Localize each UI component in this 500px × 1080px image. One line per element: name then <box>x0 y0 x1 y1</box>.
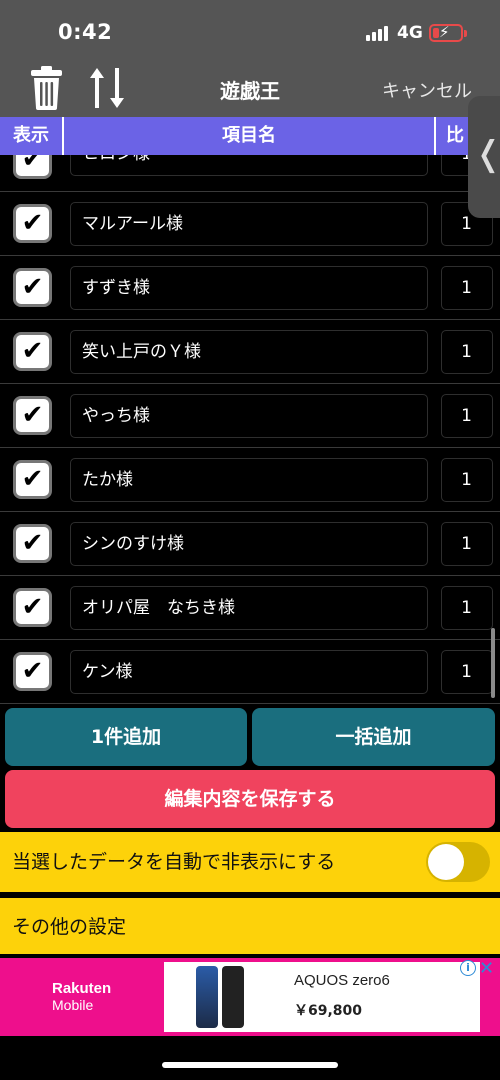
show-checkbox[interactable]: ✔ <box>13 268 52 307</box>
ad-card[interactable]: AQUOS zero6 ￥69,800 <box>164 962 480 1032</box>
info-icon[interactable]: i <box>460 960 476 976</box>
ratio-field[interactable]: 1 <box>441 522 493 566</box>
item-name-field[interactable]: オリパ屋 なちき様 <box>70 586 428 630</box>
bulk-add-button[interactable]: 一括追加 <box>252 708 495 766</box>
ratio-field[interactable]: 1 <box>441 650 493 694</box>
item-name-field[interactable]: マルアール様 <box>70 202 428 246</box>
add-one-button[interactable]: 1件追加 <box>5 708 247 766</box>
scrollbar[interactable] <box>491 628 495 698</box>
show-checkbox[interactable]: ✔ <box>13 524 52 563</box>
list-item: ✔ シンのすけ様 1 <box>0 512 500 576</box>
item-name-field[interactable]: 笑い上戸のＹ様 <box>70 330 428 374</box>
ad-banner[interactable]: Rakuten Mobile AQUOS zero6 ￥69,800 i ✕ <box>0 958 500 1036</box>
show-checkbox[interactable]: ✔ <box>13 460 52 499</box>
auto-hide-toggle[interactable] <box>426 842 490 882</box>
show-checkbox[interactable]: ✔ <box>13 396 52 435</box>
ratio-field[interactable]: 1 <box>441 394 493 438</box>
list-item: ✔ 笑い上戸のＹ様 1 <box>0 320 500 384</box>
ad-price: ￥69,800 <box>294 1003 363 1019</box>
sort-icon[interactable] <box>86 66 128 110</box>
trash-icon[interactable] <box>30 66 63 110</box>
network-label: 4G <box>397 23 423 43</box>
show-checkbox[interactable]: ✔ <box>13 204 52 243</box>
ratio-field[interactable]: 1 <box>441 458 493 502</box>
phone-image <box>196 966 218 1028</box>
toggle-knob <box>428 844 464 880</box>
column-item-name: 項目名 <box>64 117 436 155</box>
list-item: ✔ たか様 1 <box>0 448 500 512</box>
column-show: 表示 <box>0 117 64 155</box>
home-indicator[interactable] <box>162 1062 338 1068</box>
item-name-field[interactable]: すずき様 <box>70 266 428 310</box>
list-item: ✔ マルアール様 1 <box>0 192 500 256</box>
rakuten-logo: Rakuten Mobile <box>52 980 112 1013</box>
list-item: ✔ ケン様 1 <box>0 640 500 704</box>
status-time: 0:42 <box>58 20 113 44</box>
phone-image <box>222 966 244 1028</box>
item-name-field[interactable]: ケン様 <box>70 650 428 694</box>
cancel-button[interactable]: キャンセル <box>382 77 472 103</box>
ratio-field[interactable]: 1 <box>441 586 493 630</box>
list-item: ✔ すずき様 1 <box>0 256 500 320</box>
auto-hide-setting: 当選したデータを自動で非表示にする <box>0 832 500 892</box>
show-checkbox[interactable]: ✔ <box>13 332 52 371</box>
show-checkbox[interactable]: ✔ <box>13 652 52 691</box>
item-list: ✔ ヒロシ様 1 ✔ マルアール様 1 ✔ すずき様 1 ✔ 笑い上戸のＹ様 1… <box>0 128 500 704</box>
item-name-field[interactable]: たか様 <box>70 458 428 502</box>
item-name-field[interactable]: シンのすけ様 <box>70 522 428 566</box>
ad-product: AQUOS zero6 <box>294 972 390 989</box>
top-bar: 0:42 4G ⚡ 遊戯王 キャンセル <box>0 0 500 117</box>
page-title: 遊戯王 <box>220 79 280 103</box>
close-icon[interactable]: ✕ <box>479 958 494 979</box>
show-checkbox[interactable]: ✔ <box>13 588 52 627</box>
side-panel-toggle[interactable]: ❬ <box>468 96 500 218</box>
save-button[interactable]: 編集内容を保存する <box>5 770 495 828</box>
list-item: ✔ やっち様 1 <box>0 384 500 448</box>
auto-hide-label: 当選したデータを自動で非表示にする <box>12 851 336 873</box>
other-settings-label: その他の設定 <box>12 916 127 938</box>
signal-icon <box>366 25 390 41</box>
other-settings-button[interactable]: その他の設定 <box>0 896 500 954</box>
battery-icon: ⚡ <box>429 23 463 42</box>
item-name-field[interactable]: やっち様 <box>70 394 428 438</box>
column-header: 表示 項目名 比 <box>0 117 500 155</box>
ratio-field[interactable]: 1 <box>441 330 493 374</box>
ratio-field[interactable]: 1 <box>441 266 493 310</box>
chevron-left-icon: ❬ <box>474 134 500 174</box>
list-item: ✔ オリパ屋 なちき様 1 <box>0 576 500 640</box>
